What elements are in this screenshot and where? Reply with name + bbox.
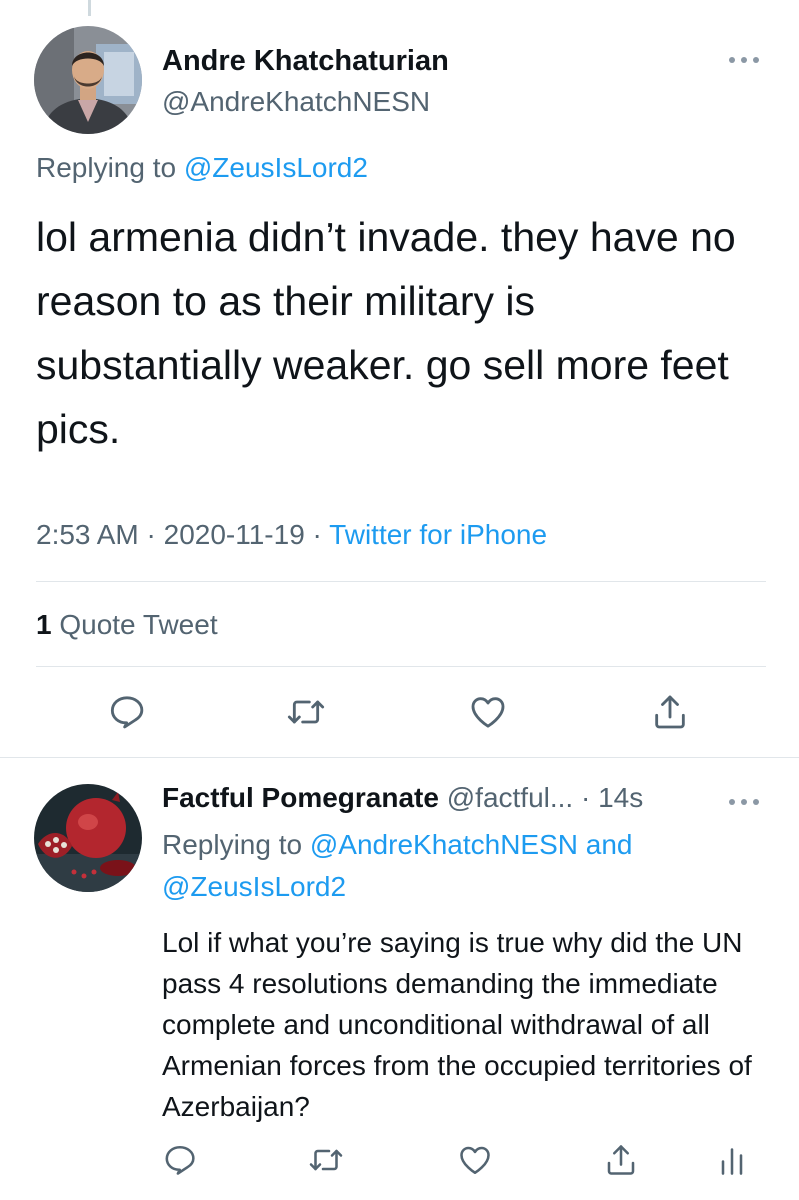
tweet-text: Lol if what you’re saying is true why di… bbox=[162, 927, 752, 1122]
replying-to-line: Replying to @AndreKhatchNESN and @ZeusIs… bbox=[162, 824, 762, 908]
tweet-source-link[interactable]: Twitter for iPhone bbox=[329, 519, 547, 550]
replying-to-label: Replying to bbox=[36, 152, 184, 183]
reply-icon[interactable] bbox=[107, 692, 147, 732]
mention-link[interactable]: @AndreKhatchNESN bbox=[310, 829, 578, 860]
quote-count: 1 bbox=[36, 609, 52, 640]
user-handle[interactable]: @AndreKhatchNESN bbox=[162, 86, 430, 118]
more-options-icon[interactable] bbox=[726, 794, 762, 810]
retweet-icon[interactable] bbox=[308, 1142, 344, 1178]
avatar[interactable] bbox=[34, 26, 142, 134]
meta-separator: · bbox=[304, 519, 330, 550]
tweet-time[interactable]: 2:53 AM bbox=[36, 519, 139, 550]
reply-header: Factful Pomegranate @factful... · 14s bbox=[162, 782, 643, 814]
analytics-icon[interactable] bbox=[714, 1142, 750, 1178]
like-icon[interactable] bbox=[457, 1142, 493, 1178]
tweet-text: lol armenia didn’t invade. they have no … bbox=[36, 214, 736, 452]
tweet-age[interactable]: 14s bbox=[598, 782, 643, 813]
retweet-icon[interactable] bbox=[286, 692, 326, 732]
meta-separator: · bbox=[138, 519, 164, 550]
main-tweet: Andre Khatchaturian @AndreKhatchNESN Rep… bbox=[0, 0, 799, 758]
more-options-icon[interactable] bbox=[726, 52, 762, 68]
reply-tweet[interactable]: Factful Pomegranate @factful... · 14s Re… bbox=[0, 758, 799, 1200]
like-icon[interactable] bbox=[468, 692, 508, 732]
divider bbox=[36, 581, 766, 582]
replying-to-line: Replying to @ZeusIsLord2 bbox=[36, 152, 368, 184]
divider bbox=[36, 666, 766, 667]
quote-tweets-link[interactable]: 1 Quote Tweet bbox=[36, 609, 218, 641]
display-name[interactable]: Andre Khatchaturian bbox=[162, 45, 449, 78]
meta-separator: · bbox=[573, 782, 599, 813]
share-icon[interactable] bbox=[650, 692, 690, 732]
mention-link[interactable]: @ZeusIsLord2 bbox=[184, 152, 368, 183]
quote-label: Quote Tweet bbox=[51, 609, 218, 640]
user-handle[interactable]: @factful... bbox=[447, 782, 573, 813]
share-icon[interactable] bbox=[603, 1142, 639, 1178]
reply-icon[interactable] bbox=[162, 1142, 198, 1178]
mention-link[interactable]: @ZeusIsLord2 bbox=[162, 871, 346, 902]
replying-and-label: and bbox=[577, 829, 633, 860]
replying-to-label: Replying to bbox=[162, 829, 310, 860]
display-name[interactable]: Factful Pomegranate bbox=[162, 782, 439, 813]
tweet-meta: 2:53 AM · 2020-11-19 · Twitter for iPhon… bbox=[36, 519, 547, 551]
avatar[interactable] bbox=[34, 784, 142, 892]
tweet-date[interactable]: 2020-11-19 bbox=[164, 519, 305, 550]
